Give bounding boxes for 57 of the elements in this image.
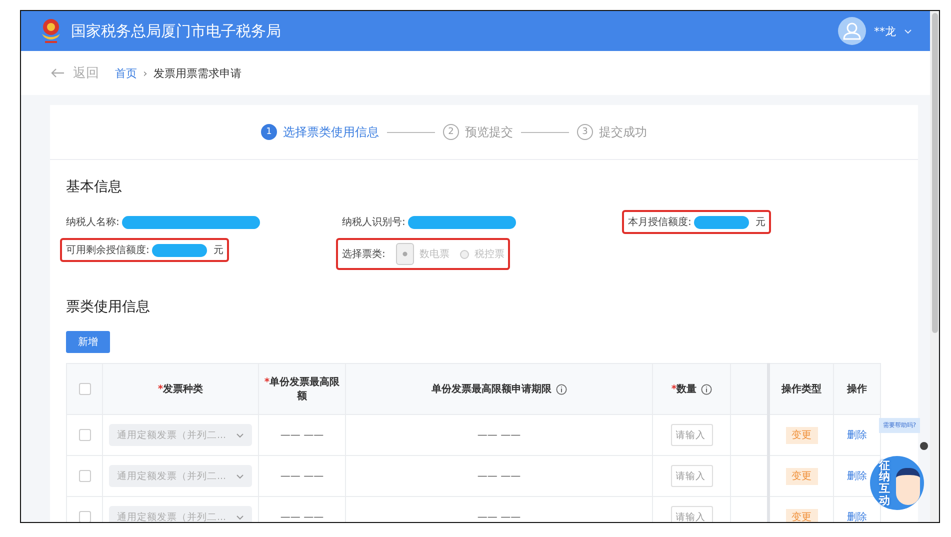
field-label: 本月授信额度: xyxy=(628,216,692,229)
scrollbar[interactable] xyxy=(930,11,939,522)
chevron-down-icon[interactable] xyxy=(904,28,912,34)
table-cell: —— —— xyxy=(280,470,324,482)
table-cell: —— —— xyxy=(280,430,324,440)
redaction-mark xyxy=(152,244,208,256)
table-cell: —— —— xyxy=(477,512,521,522)
invoice-type-select[interactable]: 通用定额发票（并列二... xyxy=(109,424,252,446)
chevron-down-icon xyxy=(236,514,244,520)
unit-label: 元 xyxy=(213,244,224,257)
section-title: 票类使用信息 xyxy=(66,298,151,316)
redaction-mark xyxy=(694,216,750,228)
breadcrumb-separator-icon: › xyxy=(143,66,148,80)
unit-label: 元 xyxy=(755,216,766,229)
column-header: *数量 xyxy=(671,382,697,396)
row-checkbox[interactable] xyxy=(78,470,90,482)
delete-link[interactable]: 删除 xyxy=(847,430,867,441)
site-title: 国家税务总局厦门市电子税务局 xyxy=(71,22,281,40)
avatar-icon[interactable] xyxy=(838,17,866,45)
column-header: *单份发票最高限额 xyxy=(263,375,341,403)
row-checkbox[interactable] xyxy=(78,429,90,441)
step-item: 1 选择票类使用信息 xyxy=(261,124,379,140)
chevron-down-icon xyxy=(236,474,244,478)
row-checkbox[interactable] xyxy=(78,511,90,522)
operation-type-tag: 变更 xyxy=(786,509,818,522)
column-header: *发票种类 xyxy=(158,382,204,396)
delete-link[interactable]: 删除 xyxy=(847,471,867,482)
invoice-type-select[interactable]: 通用定额发票（并列二... xyxy=(109,465,252,487)
add-button[interactable]: 新增 xyxy=(66,331,110,353)
column-header: 操作类型 xyxy=(782,382,822,396)
breadcrumb-current: 发票用票需求申请 xyxy=(153,66,242,80)
delete-link[interactable]: 删除 xyxy=(847,512,867,522)
back-link[interactable]: 返回 xyxy=(51,64,99,82)
table-cell: —— —— xyxy=(280,512,324,522)
section-title: 基本信息 xyxy=(66,178,123,196)
table-cell: —— —— xyxy=(477,430,521,440)
field-label: 纳税人名称: xyxy=(66,216,120,229)
column-header: 单份发票最高限额申请期限 xyxy=(432,382,552,396)
field-label: 选择票类: xyxy=(342,248,386,261)
operation-type-tag: 变更 xyxy=(786,468,818,485)
step-item: 2 预览提交 xyxy=(443,124,513,140)
breadcrumb-link[interactable]: 首页 xyxy=(115,66,137,80)
quantity-input[interactable]: 请输入 xyxy=(670,506,712,522)
step-item: 3 提交成功 xyxy=(577,124,647,140)
quantity-input[interactable]: 请输入 xyxy=(670,465,712,487)
table-cell: —— —— xyxy=(477,470,521,482)
user-name[interactable]: **龙 xyxy=(874,24,896,38)
emblem-icon xyxy=(39,18,63,44)
field-label: 纳税人识别号: xyxy=(342,216,406,229)
operation-type-tag: 变更 xyxy=(786,427,818,444)
invoice-type-select[interactable]: 通用定额发票（并列二... xyxy=(109,506,252,522)
column-header: 操作 xyxy=(847,382,867,396)
arrow-left-icon xyxy=(51,68,65,78)
chevron-down-icon xyxy=(236,432,244,438)
field-label: 可用剩余授信额度: xyxy=(66,244,150,257)
quantity-input[interactable]: 请输入 xyxy=(670,424,712,446)
select-all-checkbox[interactable] xyxy=(78,383,90,395)
